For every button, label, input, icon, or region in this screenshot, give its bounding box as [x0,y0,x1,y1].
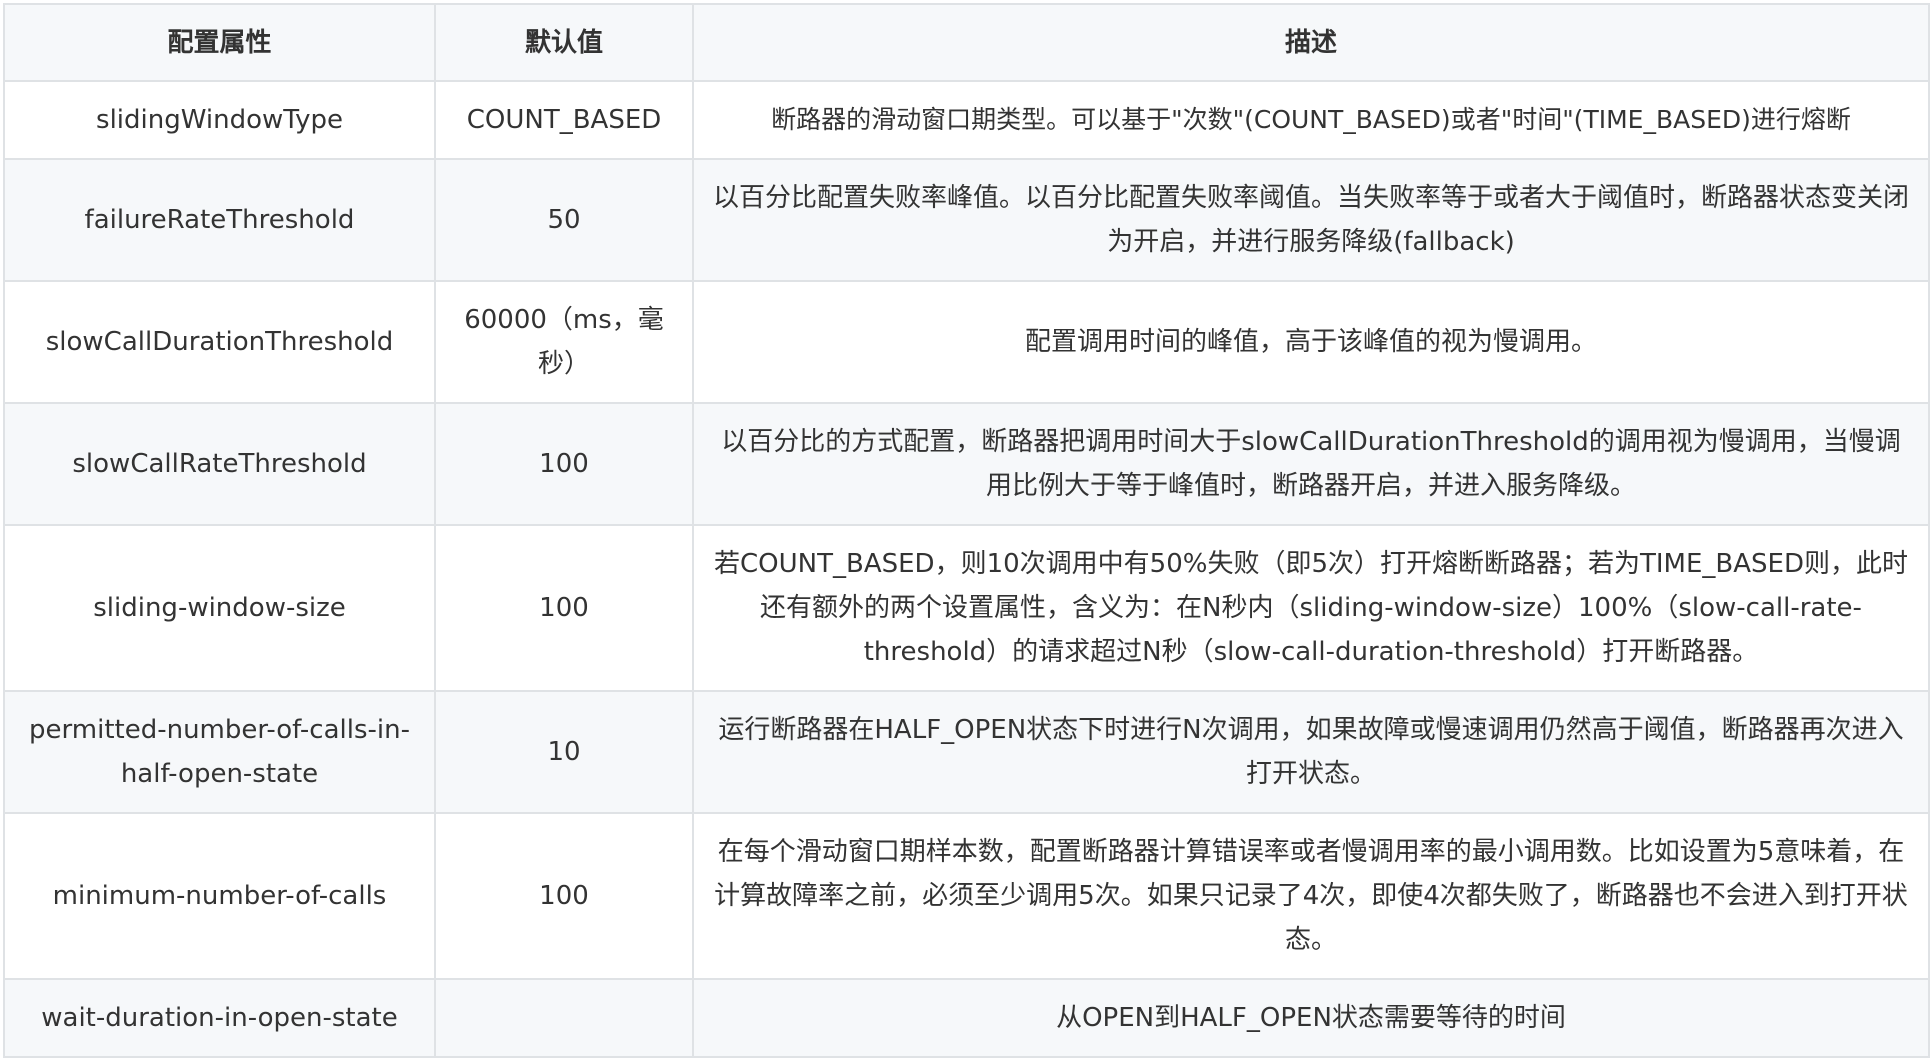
config-table: 配置属性 默认值 描述 slidingWindowType COUNT_BASE… [3,3,1930,1058]
table-row: slowCallRateThreshold 100 以百分比的方式配置，断路器把… [3,402,1930,526]
cell-description: 运行断路器在HALF_OPEN状态下时进行N次调用，如果故障或慢速调用仍然高于阈… [692,690,1930,814]
table-row: minimum-number-of-calls 100 在每个滑动窗口期样本数，… [3,812,1930,980]
table-header-row: 配置属性 默认值 描述 [3,3,1930,82]
cell-description: 从OPEN到HALF_OPEN状态需要等待的时间 [692,978,1930,1058]
cell-default: 100 [434,524,694,692]
cell-property: permitted-number-of-calls-in-half-open-s… [3,690,436,814]
cell-property: minimum-number-of-calls [3,812,436,980]
table-row: slidingWindowType COUNT_BASED 断路器的滑动窗口期类… [3,80,1930,160]
cell-description: 在每个滑动窗口期样本数，配置断路器计算错误率或者慢调用率的最小调用数。比如设置为… [692,812,1930,980]
cell-description: 断路器的滑动窗口期类型。可以基于"次数"(COUNT_BASED)或者"时间"(… [692,80,1930,160]
cell-description: 配置调用时间的峰值，高于该峰值的视为慢调用。 [692,280,1930,404]
table-row: permitted-number-of-calls-in-half-open-s… [3,690,1930,814]
cell-property: sliding-window-size [3,524,436,692]
cell-description: 若COUNT_BASED，则10次调用中有50%失败（即5次）打开熔断断路器；若… [692,524,1930,692]
cell-property: wait-duration-in-open-state [3,978,436,1058]
cell-property: slowCallRateThreshold [3,402,436,526]
cell-default [434,978,694,1058]
table-row: failureRateThreshold 50 以百分比配置失败率峰值。以百分比… [3,158,1930,282]
table-row: sliding-window-size 100 若COUNT_BASED，则10… [3,524,1930,692]
cell-description: 以百分比配置失败率峰值。以百分比配置失败率阈值。当失败率等于或者大于阈值时，断路… [692,158,1930,282]
header-default: 默认值 [434,3,694,82]
header-property: 配置属性 [3,3,436,82]
table-row: slowCallDurationThreshold 60000（ms，毫秒） 配… [3,280,1930,404]
cell-description: 以百分比的方式配置，断路器把调用时间大于slowCallDurationThre… [692,402,1930,526]
cell-property: slowCallDurationThreshold [3,280,436,404]
cell-property: failureRateThreshold [3,158,436,282]
cell-default: 10 [434,690,694,814]
cell-property: slidingWindowType [3,80,436,160]
header-description: 描述 [692,3,1930,82]
cell-default: COUNT_BASED [434,80,694,160]
config-table-container: 配置属性 默认值 描述 slidingWindowType COUNT_BASE… [3,3,1930,1058]
cell-default: 50 [434,158,694,282]
cell-default: 100 [434,402,694,526]
cell-default: 60000（ms，毫秒） [434,280,694,404]
table-row: wait-duration-in-open-state 从OPEN到HALF_O… [3,978,1930,1058]
cell-default: 100 [434,812,694,980]
